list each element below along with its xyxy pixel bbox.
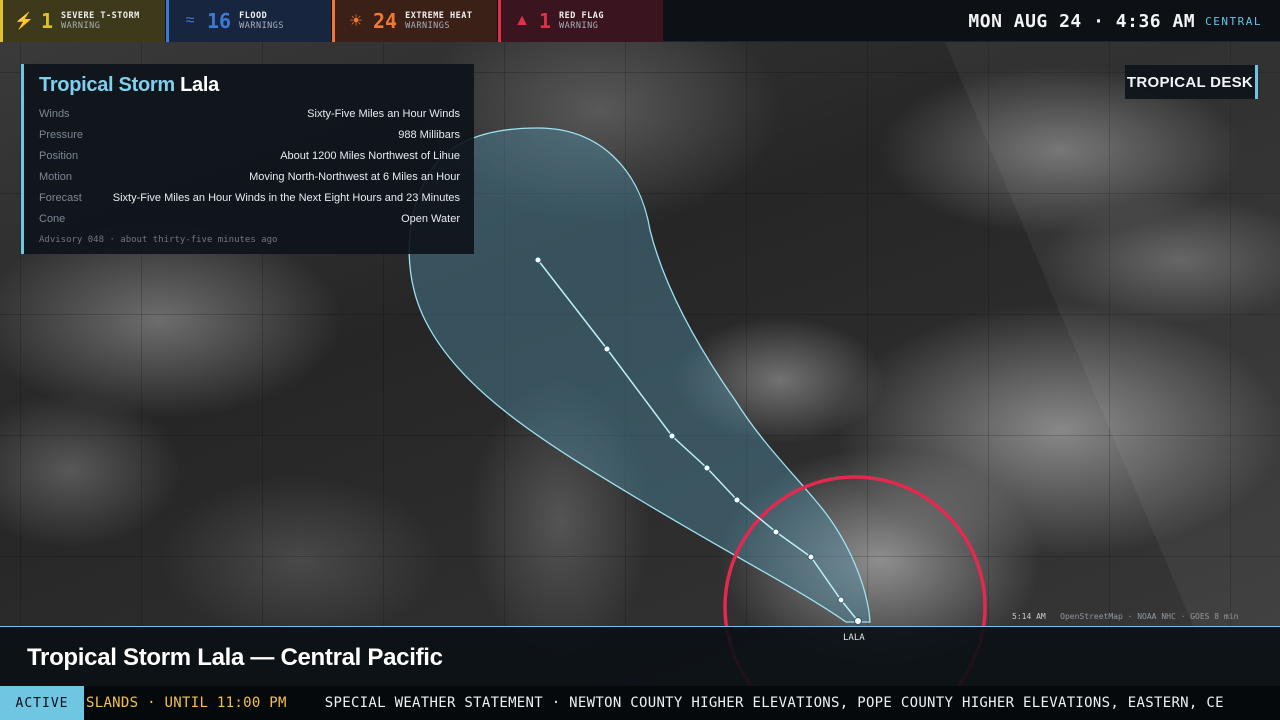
info-value: 988 Millibars (398, 128, 460, 141)
info-row-pressure: Pressure 988 Millibars (39, 124, 460, 145)
info-row-cone: Cone Open Water (39, 208, 460, 229)
warning-type: SEVERE T-STORM (61, 11, 140, 21)
warning-flood[interactable]: ≈ 16 FLOOD WARNINGS (166, 0, 331, 42)
warning-triangle-icon: ▲ (514, 12, 530, 29)
storm-info-panel: Tropical Storm Lala Winds Sixty-Five Mil… (21, 64, 474, 254)
info-key: Cone (39, 212, 66, 225)
info-value: Open Water (401, 212, 460, 225)
info-key: Position (39, 149, 79, 162)
warning-kind: WARNING (559, 21, 599, 31)
warning-severe-tstorm[interactable]: ⚡ 1 SEVERE T-STORM WARNING (0, 0, 165, 42)
ticker-track: SLANDS · UNTIL 11:00 PM SPECIAL WEATHER … (86, 686, 1224, 720)
info-key: Motion (39, 170, 73, 183)
flood-waves-icon: ≈ (185, 12, 195, 29)
warning-type: RED FLAG (559, 11, 604, 21)
info-value: Sixty-Five Miles an Hour Winds in the Ne… (112, 191, 460, 204)
warning-extreme-heat[interactable]: ☀ 24 EXTREME HEAT WARNINGS (332, 0, 497, 42)
lower-third: Tropical Storm Lala — Central Pacific (0, 626, 1280, 686)
info-key: Pressure (39, 128, 84, 141)
info-row-motion: Motion Moving North-Northwest at 6 Miles… (39, 166, 460, 187)
info-value: About 1200 Miles Northwest of Lihue (280, 149, 460, 162)
advisory-note: Advisory 048 · about thirty-five minutes… (39, 235, 278, 245)
info-value: Sixty-Five Miles an Hour Winds (307, 107, 460, 120)
warning-kind: WARNINGS (405, 21, 451, 31)
warning-count: 24 (373, 9, 398, 33)
ticker-text: SPECIAL WEATHER STATEMENT · NEWTON COUNT… (324, 695, 1224, 711)
tropical-desk-badge: TROPICAL DESK (1125, 65, 1258, 99)
attribution-sources: OpenStreetMap · NOAA NHC · GOES 8 min (1060, 612, 1239, 621)
warnings-bar: ⚡ 1 SEVERE T-STORM WARNING ≈ 16 FLOOD WA… (0, 0, 1280, 42)
ticker-active-tag: ACTIVE (0, 686, 84, 720)
info-row-position: Position About 1200 Miles Northwest of L… (39, 145, 460, 166)
clock-timezone: CENTRAL (1205, 14, 1262, 28)
attribution-time: 5:14 AM (1012, 612, 1046, 621)
storm-name: Lala (180, 74, 219, 96)
warning-red-flag[interactable]: ▲ 1 RED FLAG WARNING (498, 0, 663, 42)
storm-marker-label: LALA (843, 633, 865, 643)
lightning-icon: ⚡ (14, 13, 34, 30)
forecast-cone (408, 127, 871, 623)
warning-kind: WARNINGS (239, 21, 285, 31)
panel-title: Tropical Storm Lala (39, 74, 460, 97)
warning-count: 16 (207, 9, 232, 33)
news-ticker: SLANDS · UNTIL 11:00 PM SPECIAL WEATHER … (0, 686, 1280, 720)
ticker-highlight: SLANDS · UNTIL 11:00 PM (86, 695, 287, 711)
lower-third-title: Tropical Storm Lala — Central Pacific (27, 644, 443, 671)
info-value: Moving North-Northwest at 6 Miles an Hou… (249, 170, 460, 183)
info-row-winds: Winds Sixty-Five Miles an Hour Winds (39, 103, 460, 124)
info-key: Forecast (39, 191, 82, 204)
clock: MON AUG 24 · 4:36 AM CENTRAL (968, 0, 1262, 42)
map-attribution: 5:14 AM OpenStreetMap · NOAA NHC · GOES … (1012, 612, 1238, 621)
warning-type: FLOOD (239, 11, 268, 21)
warning-type: EXTREME HEAT (405, 11, 473, 21)
warning-kind: WARNING (61, 21, 101, 31)
warning-count: 1 (539, 9, 552, 33)
sun-icon: ☀ (348, 13, 364, 30)
info-row-forecast: Forecast Sixty-Five Miles an Hour Winds … (39, 187, 460, 208)
warning-count: 1 (41, 9, 54, 33)
info-key: Winds (39, 107, 70, 120)
clock-time: MON AUG 24 · 4:36 AM (968, 10, 1196, 32)
storm-classification: Tropical Storm (39, 74, 175, 96)
